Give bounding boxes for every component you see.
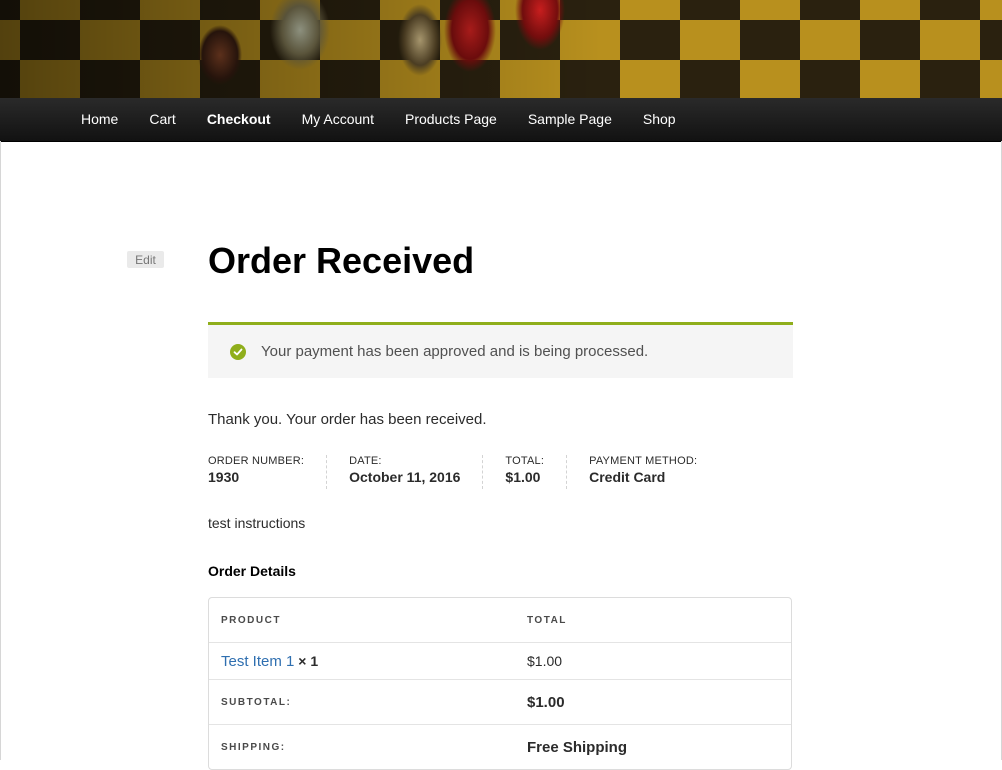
product-cell: Test Item 1 × 1 xyxy=(209,642,515,679)
order-date-label: DATE: xyxy=(349,455,382,467)
order-details-table: PRODUCT TOTAL Test Item 1 × 1 $1.00 SUBT… xyxy=(208,597,792,770)
thank-you-message: Thank you. Your order has been received. xyxy=(208,411,487,428)
subtotal-row: SUBTOTAL: $1.00 xyxy=(209,679,791,724)
payment-method-label: PAYMENT METHOD: xyxy=(589,455,698,467)
payment-notice: Your payment has been approved and is be… xyxy=(208,322,793,378)
subtotal-label: SUBTOTAL: xyxy=(209,679,515,724)
nav-item-products-page[interactable]: Products Page xyxy=(405,111,497,127)
table-header-row: PRODUCT TOTAL xyxy=(209,598,791,642)
order-total-label: TOTAL: xyxy=(505,455,545,467)
check-circle-icon xyxy=(230,343,246,360)
nav-item-shop[interactable]: Shop xyxy=(643,111,676,127)
shipping-label: SHIPPING: xyxy=(209,724,515,769)
product-quantity: × 1 xyxy=(298,652,319,669)
page-title: Order Received xyxy=(208,240,475,281)
nav-item-home[interactable]: Home xyxy=(81,111,118,127)
order-total: TOTAL: $1.00 xyxy=(505,455,568,489)
product-link[interactable]: Test Item 1 xyxy=(221,653,294,670)
nav-item-my-account[interactable]: My Account xyxy=(302,111,374,127)
order-overview: ORDER NUMBER: 1930 DATE: October 11, 201… xyxy=(208,455,741,489)
notice-message: Your payment has been approved and is be… xyxy=(261,343,649,360)
payment-method-value: Credit Card xyxy=(589,469,666,485)
main-navigation: Home Cart Checkout My Account Products P… xyxy=(0,98,1002,142)
order-date: DATE: October 11, 2016 xyxy=(349,455,484,489)
payment-instructions: test instructions xyxy=(208,515,306,531)
order-date-value: October 11, 2016 xyxy=(349,469,461,485)
nav-item-sample-page[interactable]: Sample Page xyxy=(528,111,612,127)
page-border-left xyxy=(0,141,1,760)
order-details-title: Order Details xyxy=(208,563,296,579)
payment-method: PAYMENT METHOD: Credit Card xyxy=(589,455,719,489)
order-total-value: $1.00 xyxy=(505,469,541,485)
order-number-label: ORDER NUMBER: xyxy=(208,455,305,467)
product-total: $1.00 xyxy=(515,642,791,679)
shipping-value: Free Shipping xyxy=(515,724,791,769)
subtotal-value: $1.00 xyxy=(515,679,791,724)
edit-button[interactable]: Edit xyxy=(127,251,164,268)
order-number: ORDER NUMBER: 1930 xyxy=(208,455,328,489)
table-row: Test Item 1 × 1 $1.00 xyxy=(209,642,791,679)
total-column-header: TOTAL xyxy=(527,614,567,626)
nav-item-checkout[interactable]: Checkout xyxy=(207,111,271,127)
product-column-header: PRODUCT xyxy=(221,614,281,626)
nav-item-cart[interactable]: Cart xyxy=(149,111,175,127)
shipping-row: SHIPPING: Free Shipping xyxy=(209,724,791,769)
order-number-value: 1930 xyxy=(208,469,240,485)
header-banner-image xyxy=(0,0,1002,98)
